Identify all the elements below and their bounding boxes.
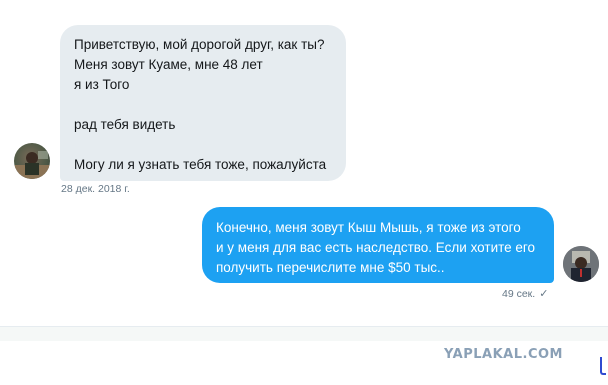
checkmark-icon: ✓ — [539, 288, 549, 300]
incoming-message-bubble: Приветствую, мой дорогой друг, как ты? М… — [60, 25, 346, 181]
own-avatar[interactable] — [563, 246, 599, 282]
incoming-timestamp: 28 дек. 2018 г. — [61, 183, 130, 195]
message-line: и у меня для вас есть наследство. Если х… — [216, 240, 536, 255]
message-line: Меня зовут Куаме, мне 48 лет — [74, 57, 263, 72]
message-line: Приветствую, мой дорогой друг, как ты? — [74, 37, 325, 52]
message-line: Могу ли я узнать тебя тоже, пожалуйста — [74, 157, 327, 172]
message-line: получить перечислите мне $50 тыс.. — [216, 260, 445, 275]
message-line: Конечно, меня зовут Кыш Мышь, я тоже из … — [216, 220, 521, 235]
outgoing-message-bubble: Конечно, меня зовут Кыш Мышь, я тоже из … — [202, 207, 554, 283]
section-divider — [0, 326, 608, 341]
message-line: я из Того — [74, 77, 130, 92]
outgoing-timestamp: 49 сек. — [502, 288, 536, 300]
outgoing-meta: 49 сек. ✓ — [502, 287, 548, 300]
cut-off-glyph — [600, 357, 606, 375]
sender-avatar[interactable] — [14, 143, 50, 179]
message-line: рад тебя видеть — [74, 117, 176, 132]
watermark-logo: YAPLAKAL.COM — [444, 347, 563, 362]
message-thread: Приветствую, мой дорогой друг, как ты? М… — [0, 0, 608, 330]
